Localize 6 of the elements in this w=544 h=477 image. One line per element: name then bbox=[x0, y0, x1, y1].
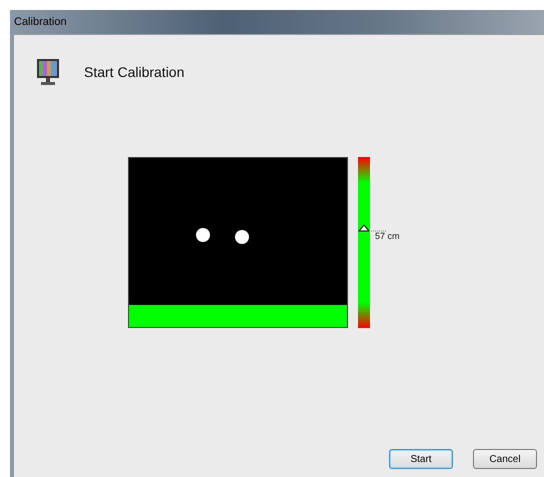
dialog-heading: Start Calibration bbox=[84, 64, 184, 80]
distance-reading: 57 cm bbox=[375, 231, 400, 242]
monitor-icon bbox=[36, 58, 60, 86]
window-title: Calibration bbox=[14, 16, 67, 28]
dialog-button[interactable]: Start bbox=[389, 449, 453, 469]
dialog-button[interactable]: Cancel bbox=[473, 449, 537, 469]
